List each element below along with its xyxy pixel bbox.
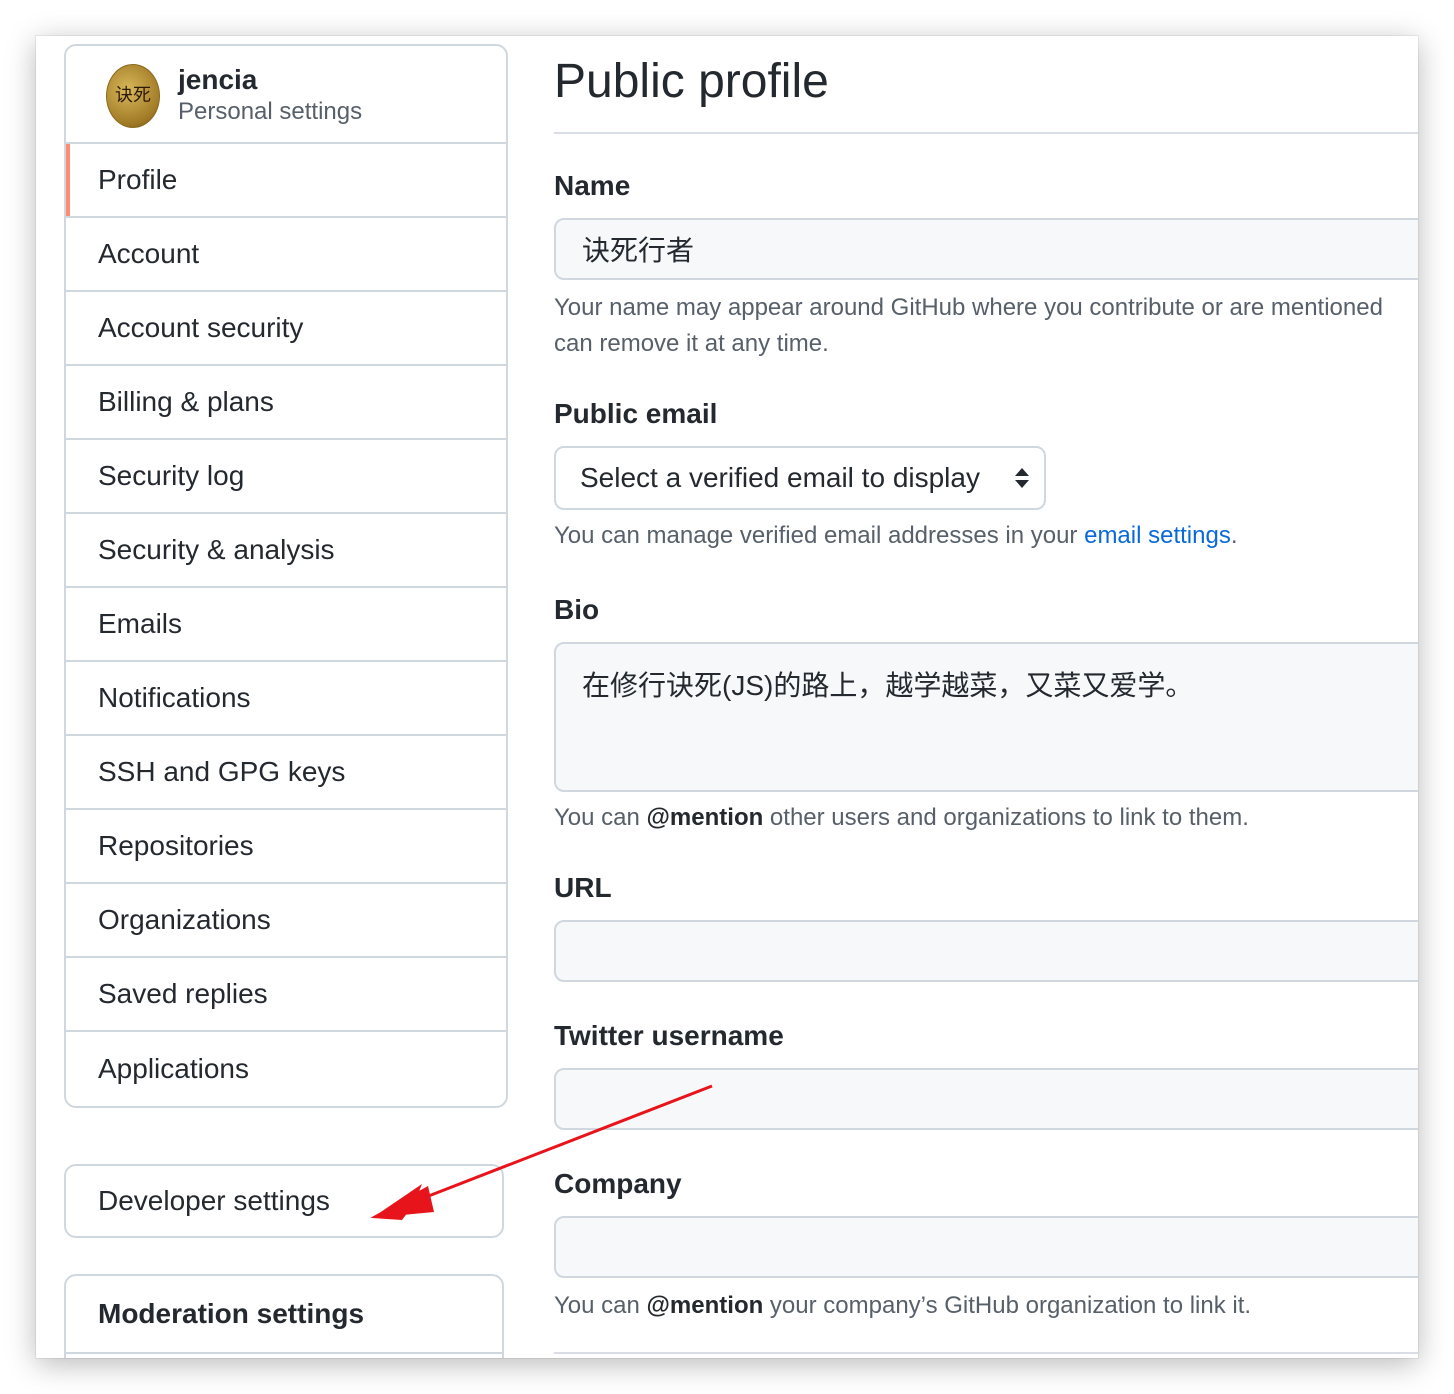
sidebar-item-ssh-gpg-keys[interactable]: SSH and GPG keys: [66, 736, 506, 810]
sidebar-item-label: Developer settings: [98, 1185, 330, 1216]
sidebar-item-label: Notifications: [98, 682, 251, 713]
url-label: URL: [554, 872, 612, 903]
sidebar-item-organizations[interactable]: Organizations: [66, 884, 506, 958]
avatar-text: 诀死: [115, 85, 151, 106]
bio-textarea[interactable]: 在修行诀死(JS)的路上，越学越菜，又菜又爱学。: [554, 642, 1418, 792]
menu-divider: [66, 1352, 502, 1354]
sidebar-item-label: Billing & plans: [98, 386, 274, 417]
sidebar-item-notifications[interactable]: Notifications: [66, 662, 506, 736]
sidebar-item-account-security[interactable]: Account security: [66, 292, 506, 366]
user-header: 诀死 jencia Personal settings: [66, 46, 506, 144]
email-settings-link[interactable]: email settings: [1084, 522, 1231, 549]
name-input-value: 诀死行者: [582, 235, 695, 266]
name-note: Your name may appear around GitHub where…: [554, 290, 1383, 362]
settings-sidebar: 诀死 jencia Personal settings Profile Acco…: [64, 44, 508, 1108]
bio-value: 在修行诀死(JS)的路上，越学越菜，又菜又爱学。: [582, 670, 1194, 701]
company-note-prefix: You can: [554, 1292, 647, 1319]
sidebar-item-security-log[interactable]: Security log: [66, 440, 506, 514]
select-caret-icon: [1015, 468, 1029, 488]
sidebar-item-label: Account security: [98, 312, 304, 343]
public-profile-form: Public profile Name 诀死行者 Your name may a…: [554, 36, 1418, 1358]
company-note-mention: @mention: [646, 1292, 764, 1319]
sidebar-item-label: Profile: [98, 164, 178, 195]
sidebar-item-label: Organizations: [98, 904, 271, 935]
twitter-label: Twitter username: [554, 1020, 784, 1051]
url-input[interactable]: [554, 920, 1418, 982]
sidebar-item-emails[interactable]: Emails: [66, 588, 506, 662]
bottom-divider: [554, 1352, 1418, 1354]
sidebar-item-label: Security log: [98, 460, 245, 491]
bio-label: Bio: [554, 594, 600, 625]
company-input[interactable]: [554, 1216, 1418, 1278]
sidebar-item-label: SSH and GPG keys: [98, 756, 346, 787]
sidebar-item-label: Saved replies: [98, 978, 268, 1009]
sidebar-item-account[interactable]: Account: [66, 218, 506, 292]
company-note-suffix: your company’s GitHub organization to li…: [763, 1292, 1252, 1319]
company-label: Company: [554, 1168, 682, 1199]
avatar[interactable]: 诀死: [106, 64, 160, 128]
sidebar-item-developer-settings[interactable]: Developer settings: [64, 1164, 504, 1238]
company-note: You can @mention your company’s GitHub o…: [554, 1288, 1251, 1324]
sidebar-item-saved-replies[interactable]: Saved replies: [66, 958, 506, 1032]
public-email-note-suffix: .: [1230, 522, 1238, 549]
public-email-select[interactable]: Select a verified email to display: [554, 446, 1046, 510]
sidebar-item-label: Applications: [98, 1053, 249, 1084]
settings-window: 诀死 jencia Personal settings Profile Acco…: [36, 36, 1418, 1358]
sidebar-item-billing-plans[interactable]: Billing & plans: [66, 366, 506, 440]
user-subtitle: Personal settings: [178, 98, 363, 125]
sidebar-item-label: Security & analysis: [98, 534, 335, 565]
name-label: Name: [554, 170, 631, 201]
sidebar-item-applications[interactable]: Applications: [66, 1032, 506, 1106]
sidebar-item-label: Emails: [98, 608, 183, 639]
public-email-note: You can manage verified email addresses …: [554, 518, 1238, 554]
sidebar-item-repositories[interactable]: Repositories: [66, 810, 506, 884]
name-note-line1: Your name may appear around GitHub where…: [554, 294, 1383, 321]
sidebar-item-security-analysis[interactable]: Security & analysis: [66, 514, 506, 588]
page-title: Public profile: [554, 55, 829, 108]
title-divider: [554, 132, 1418, 134]
bio-note-prefix: You can: [554, 804, 647, 831]
bio-note: You can @mention other users and organiz…: [554, 800, 1249, 836]
public-email-label: Public email: [554, 398, 718, 429]
bio-note-suffix: other users and organizations to link to…: [763, 804, 1249, 831]
name-input[interactable]: 诀死行者: [554, 218, 1418, 280]
moderation-settings-heading: Moderation settings: [98, 1298, 365, 1329]
bio-note-mention: @mention: [646, 804, 764, 831]
public-email-note-prefix: You can manage verified email addresses …: [554, 522, 1085, 549]
moderation-settings-menu: Moderation settings: [64, 1274, 504, 1358]
sidebar-item-profile[interactable]: Profile: [66, 144, 506, 218]
name-note-line2: can remove it at any time.: [554, 330, 829, 357]
public-email-selected: Select a verified email to display: [580, 462, 980, 493]
username[interactable]: jencia: [178, 64, 257, 96]
sidebar-item-label: Account: [98, 238, 200, 269]
sidebar-item-label: Repositories: [98, 830, 254, 861]
twitter-input[interactable]: [554, 1068, 1418, 1130]
